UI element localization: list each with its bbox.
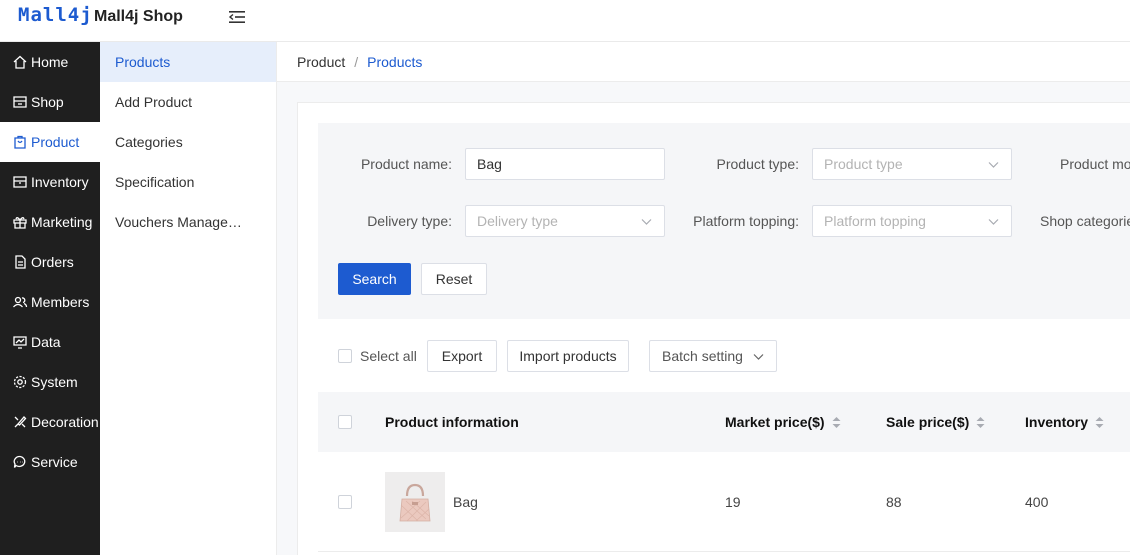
product-name-input[interactable]: Bag bbox=[465, 148, 665, 180]
document-icon bbox=[15, 255, 26, 269]
product-mode-label: Product mo bbox=[1060, 156, 1130, 172]
chevron-down-icon bbox=[988, 162, 999, 168]
sidebar-item-system[interactable]: System bbox=[0, 362, 100, 402]
sort-icon[interactable] bbox=[1095, 416, 1104, 429]
sidebar-item-data[interactable]: Data bbox=[0, 322, 100, 362]
delivery-type-placeholder: Delivery type bbox=[477, 213, 558, 229]
sort-icon[interactable] bbox=[832, 416, 841, 429]
search-button[interactable]: Search bbox=[338, 263, 411, 295]
breadcrumb-separator: / bbox=[354, 53, 359, 70]
breadcrumb-current: Products bbox=[367, 53, 423, 70]
sidebar-item-inventory[interactable]: Inventory bbox=[0, 162, 100, 202]
import-products-button[interactable]: Import products bbox=[507, 340, 629, 372]
inventory-cell: 400 bbox=[1025, 494, 1049, 510]
chevron-down-icon bbox=[988, 219, 999, 225]
platform-topping-select[interactable]: Platform topping bbox=[812, 205, 1012, 237]
sidebar-item-label: Inventory bbox=[31, 174, 89, 190]
brush-icon bbox=[14, 416, 27, 428]
column-inventory[interactable]: Inventory bbox=[1025, 414, 1104, 430]
sidebar-item-service[interactable]: Service bbox=[0, 442, 100, 482]
sidebar-item-label: Orders bbox=[31, 254, 74, 270]
column-market-price[interactable]: Market price($) bbox=[725, 414, 841, 430]
product-type-label: Product type: bbox=[716, 156, 800, 172]
platform-topping-label: Platform topping: bbox=[693, 213, 799, 229]
sidebar-item-marketing[interactable]: Marketing bbox=[0, 202, 100, 242]
table-row: Bag 19 88 400 bbox=[318, 452, 1130, 552]
sidebar-item-label: Marketing bbox=[31, 214, 93, 230]
sidebar-item-label: Data bbox=[31, 334, 61, 350]
submenu-item-specification[interactable]: Specification bbox=[100, 162, 276, 202]
submenu-item-categories[interactable]: Categories bbox=[100, 122, 276, 162]
shop-icon bbox=[13, 96, 27, 108]
chevron-down-icon bbox=[753, 353, 764, 360]
top-header: Mall4j Mall4j Shop bbox=[0, 0, 1130, 42]
product-type-select[interactable]: Product type bbox=[812, 148, 1012, 180]
chart-icon bbox=[13, 336, 27, 349]
column-product-info: Product information bbox=[385, 414, 519, 430]
sidebar-item-label: Service bbox=[31, 454, 78, 470]
batch-setting-dropdown[interactable]: Batch setting bbox=[649, 340, 777, 372]
sidebar-item-label: Decoration bbox=[31, 414, 99, 430]
product-submenu: Products Add Product Categories Specific… bbox=[100, 42, 277, 555]
menu-fold-icon[interactable] bbox=[228, 9, 246, 25]
reset-button[interactable]: Reset bbox=[421, 263, 487, 295]
product-name-cell[interactable]: Bag bbox=[453, 494, 478, 510]
sidebar-item-shop[interactable]: Shop bbox=[0, 82, 100, 122]
brand-logo[interactable]: Mall4j bbox=[18, 4, 93, 26]
bag-image bbox=[399, 483, 431, 522]
platform-topping-placeholder: Platform topping bbox=[824, 213, 926, 229]
breadcrumb: Product / Products bbox=[277, 42, 1130, 82]
table-header: Product information Market price($) Sale… bbox=[318, 392, 1130, 452]
chevron-down-icon bbox=[641, 219, 652, 225]
sidebar-item-home[interactable]: Home bbox=[0, 42, 100, 82]
export-button[interactable]: Export bbox=[427, 340, 497, 372]
column-sale-price[interactable]: Sale price($) bbox=[886, 414, 985, 430]
batch-setting-label: Batch setting bbox=[662, 348, 743, 364]
members-icon bbox=[13, 296, 28, 308]
sidebar-item-label: System bbox=[31, 374, 78, 390]
select-all-checkbox[interactable] bbox=[338, 349, 352, 363]
products-panel: Product name: Bag Product type: Product … bbox=[297, 102, 1130, 555]
sidebar-item-decoration[interactable]: Decoration bbox=[0, 402, 100, 442]
submenu-item-products[interactable]: Products bbox=[100, 42, 276, 82]
sort-icon[interactable] bbox=[976, 416, 985, 429]
breadcrumb-parent[interactable]: Product bbox=[297, 54, 345, 70]
sidebar-item-members[interactable]: Members bbox=[0, 282, 100, 322]
home-icon bbox=[13, 55, 27, 69]
sidebar-item-label: Shop bbox=[31, 94, 64, 110]
sidebar-item-label: Home bbox=[31, 54, 69, 70]
market-price-cell: 19 bbox=[725, 494, 741, 510]
submenu-item-vouchers[interactable]: Vouchers Manage… bbox=[100, 202, 276, 242]
chat-icon bbox=[13, 455, 26, 468]
sidebar-item-orders[interactable]: Orders bbox=[0, 242, 100, 282]
header-checkbox[interactable] bbox=[338, 415, 352, 429]
main-sidebar: Home Shop Product Inventory Marketing Or… bbox=[0, 42, 100, 555]
gear-icon bbox=[13, 375, 27, 389]
inventory-icon bbox=[13, 176, 27, 188]
product-thumbnail[interactable] bbox=[385, 472, 445, 532]
product-icon bbox=[14, 135, 26, 149]
delivery-type-label: Delivery type: bbox=[367, 213, 452, 229]
delivery-type-select[interactable]: Delivery type bbox=[465, 205, 665, 237]
sidebar-item-label: Members bbox=[31, 294, 90, 310]
product-name-label: Product name: bbox=[360, 156, 452, 172]
select-all-label[interactable]: Select all bbox=[360, 348, 417, 364]
submenu-item-add-product[interactable]: Add Product bbox=[100, 82, 276, 122]
sidebar-item-label: Product bbox=[31, 134, 80, 150]
sale-price-cell: 88 bbox=[886, 494, 902, 510]
shop-name: Mall4j Shop bbox=[94, 8, 183, 25]
gift-icon bbox=[13, 217, 27, 229]
product-type-placeholder: Product type bbox=[824, 156, 903, 172]
shop-categories-label: Shop categorie bbox=[1040, 213, 1130, 229]
filter-form: Product name: Bag Product type: Product … bbox=[318, 123, 1130, 319]
sidebar-item-product[interactable]: Product bbox=[0, 122, 100, 162]
row-checkbox[interactable] bbox=[338, 495, 352, 509]
